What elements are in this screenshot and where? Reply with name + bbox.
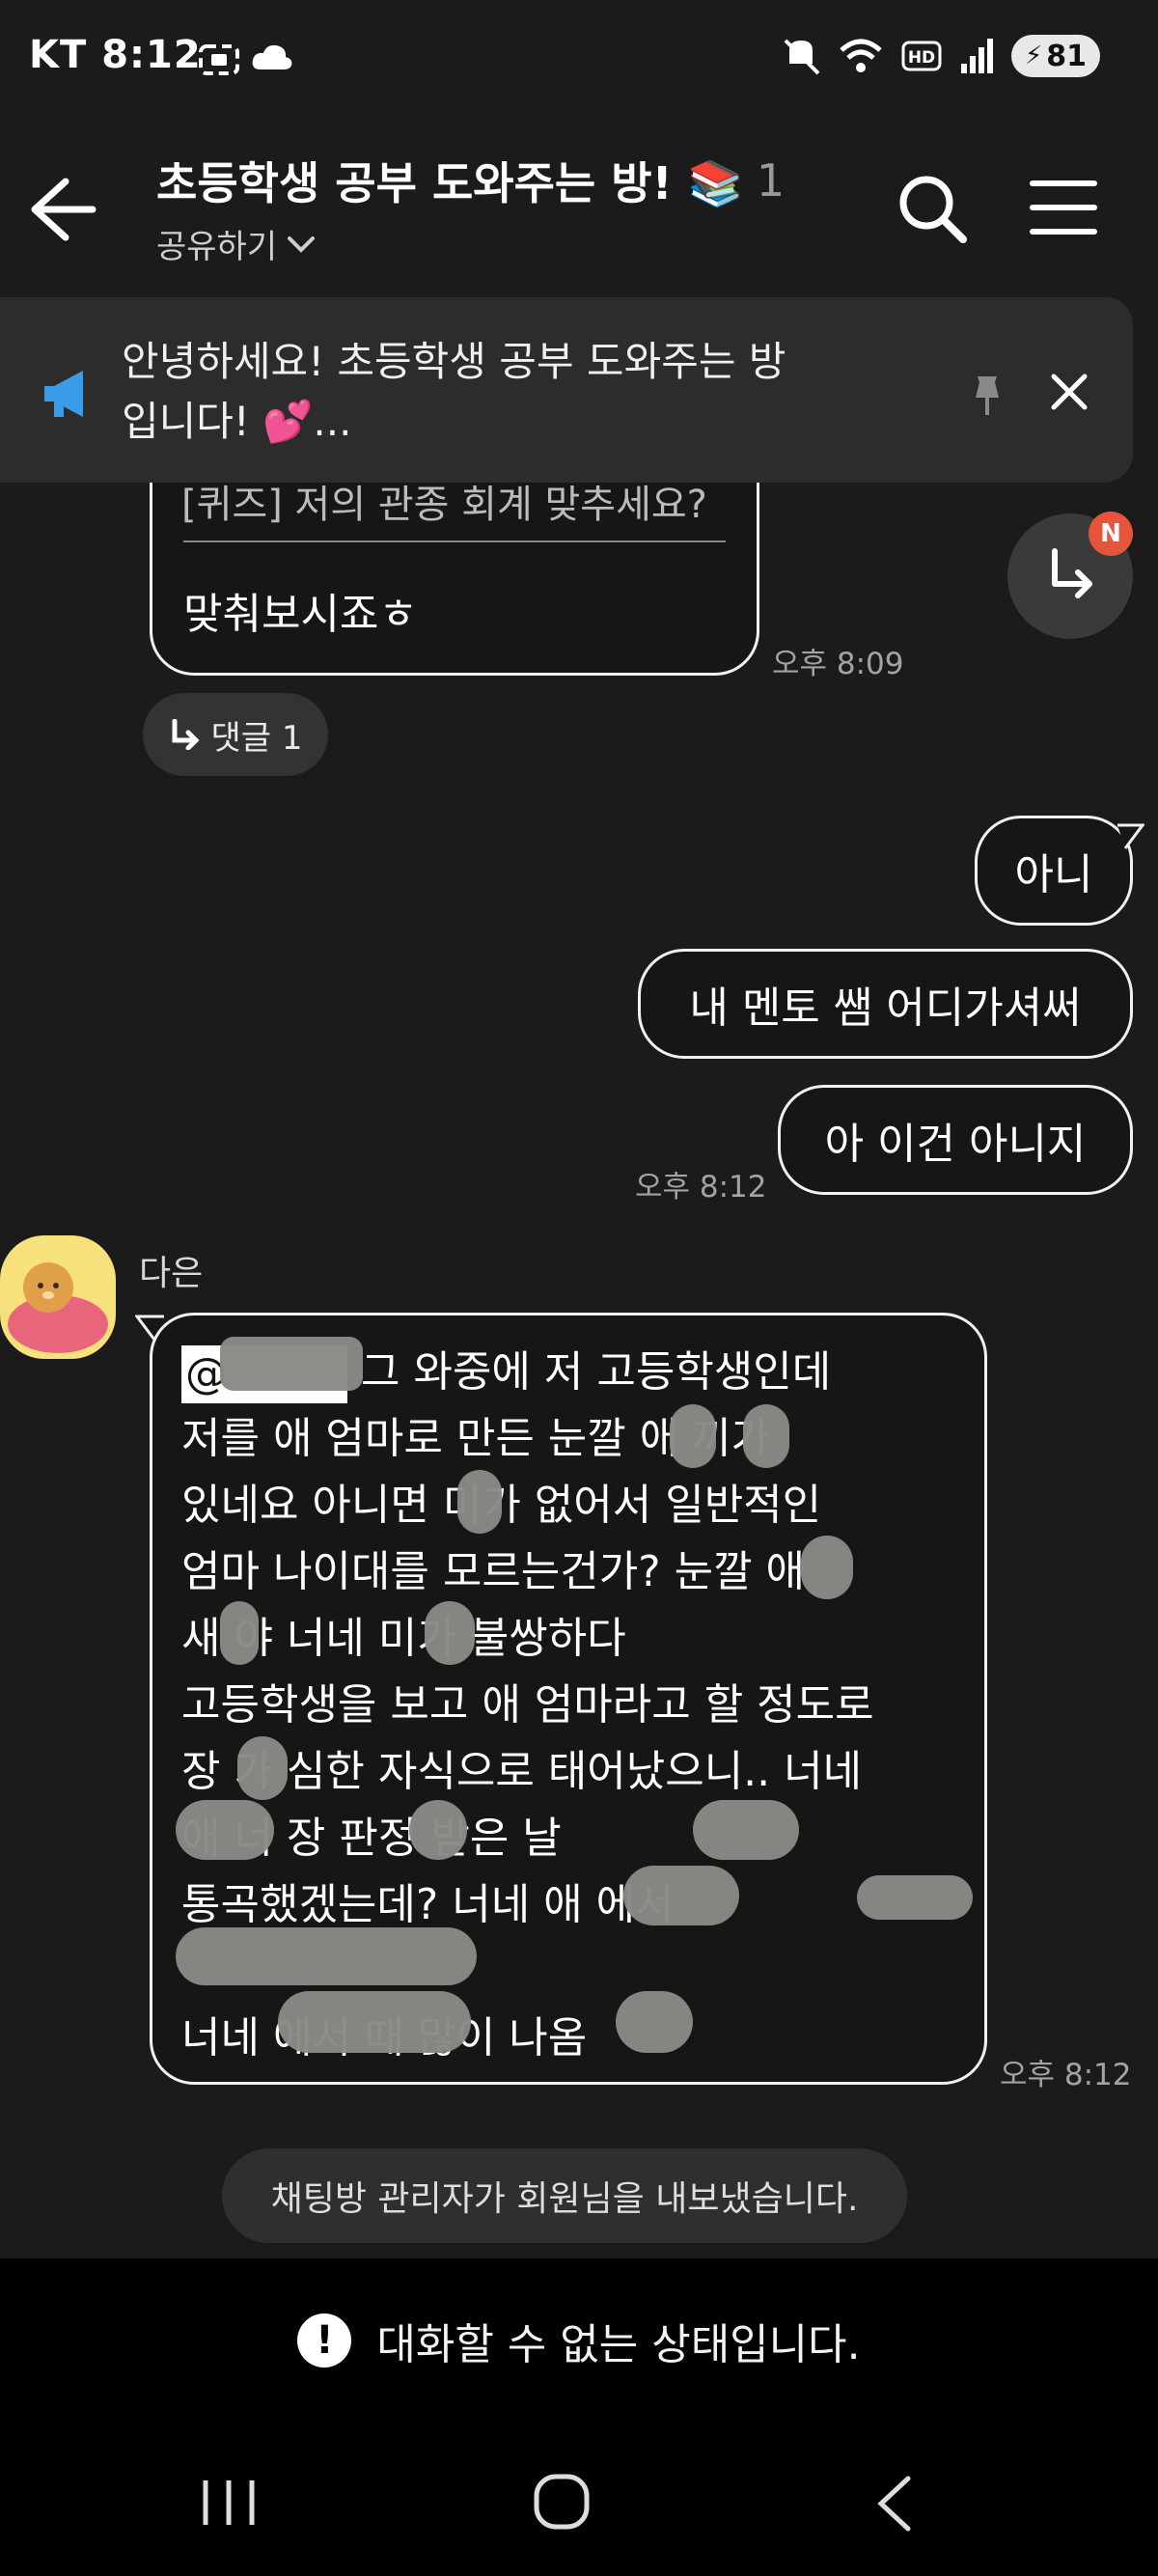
redaction-mark — [425, 1601, 475, 1665]
sender-name: 다은 — [139, 1254, 204, 1293]
share-dropdown[interactable]: 공유하기 — [156, 220, 316, 267]
share-label: 공유하기 — [156, 228, 278, 266]
avatar-character-icon — [8, 1262, 108, 1353]
close-icon[interactable] — [1050, 373, 1089, 411]
message-line: 장 가 심한 자식으로 태어났으니.. 너네 — [181, 1747, 863, 1796]
my-message-2[interactable]: 내 멘토 쌤 어디가셔써 — [638, 949, 1133, 1059]
message-line: 저를 애 엄마로 만든 눈깔 애 끼가 — [181, 1414, 771, 1463]
reply-count-label: 댓글 1 — [210, 718, 303, 758]
message-time: 오후 8:12 — [635, 1170, 767, 1205]
message-divider — [183, 540, 726, 542]
redaction-mark — [670, 1404, 716, 1468]
back-arrow-icon[interactable] — [27, 174, 98, 245]
signal-icon — [960, 39, 993, 73]
bubble-tail — [1117, 823, 1144, 849]
message-line: 고등학생을 보고 애 엄마라고 할 정도로 — [181, 1680, 874, 1730]
redaction-mark — [616, 1991, 693, 2053]
redaction-mark — [409, 1800, 467, 1860]
redaction-mark — [801, 1536, 853, 1599]
message-line: 엄마 나이대를 모르는건가? 눈깔 애 — [181, 1547, 806, 1596]
wifi-icon — [840, 39, 882, 72]
message-time: 오후 8:12 — [1000, 2058, 1132, 2092]
svg-text:HD: HD — [908, 48, 935, 68]
other-message-bubble[interactable]: @ 그 와중에 저 고등학생인데 저를 애 엄마로 만든 눈깔 애 끼가 있네요… — [150, 1313, 987, 2085]
reply-arrow-icon — [1052, 548, 1092, 598]
pin-icon[interactable] — [970, 374, 1005, 419]
redaction-mark — [623, 1866, 739, 1925]
home-icon[interactable] — [531, 2471, 593, 2533]
redaction-mark — [278, 1991, 471, 2053]
clock: 8:12 — [101, 33, 202, 77]
my-message-text: 아니 — [1014, 850, 1093, 900]
mute-icon — [784, 39, 820, 75]
status-icons: HD ⚡ 81 — [782, 35, 1100, 77]
new-badge: N — [1089, 512, 1133, 556]
message-text: 맞춰보시죠ㅎ — [183, 590, 418, 639]
alert-icon: ! — [297, 2313, 352, 2368]
redaction-mark — [457, 1470, 502, 1534]
reply-icon — [172, 719, 200, 750]
cloud-icon — [252, 44, 292, 69]
redaction-mark — [857, 1875, 973, 1920]
notice-banner[interactable]: 안녕하세요! 초등학생 공부 도와주는 방입니다! 💕... — [0, 297, 1133, 483]
my-message-3[interactable]: 아 이건 아니지 — [778, 1085, 1133, 1195]
screenshot-icon — [199, 44, 239, 75]
disabled-notice: ! 대화할 수 없는 상태입니다. — [0, 2258, 1158, 2423]
redaction-mark — [743, 1404, 789, 1468]
redaction-mark — [693, 1800, 799, 1860]
status-bar: KT 8:12 HD ⚡ 81 — [0, 0, 1158, 116]
battery-icon: ⚡ 81 — [1010, 35, 1100, 77]
redaction-mark — [220, 1337, 363, 1391]
redaction-mark — [176, 1800, 274, 1860]
redaction-mark — [237, 1736, 288, 1800]
message-line: 애 너 장 판정 받은 날 — [181, 1814, 562, 1863]
recent-apps-icon[interactable] — [200, 2477, 258, 2529]
member-count: 1 — [756, 154, 786, 207]
redaction-mark — [220, 1601, 259, 1665]
redaction-mark — [176, 1927, 477, 1985]
chat-input-disabled: ! 대화할 수 없는 상태입니다. — [0, 2258, 1158, 2423]
menu-icon[interactable] — [1029, 178, 1098, 237]
chat-title-text: 초등학생 공부 도와주는 방! 📚 — [156, 157, 743, 209]
status-carrier-time: KT 8:12 — [29, 33, 202, 77]
system-navigation-bar — [0, 2423, 1158, 2576]
battery-level: 81 — [1046, 39, 1087, 73]
my-message-text: 내 멘토 쌤 어디가셔써 — [689, 983, 1082, 1033]
chat-header: 초등학생 공부 도와주는 방! 📚 1 공유하기 — [0, 135, 1158, 280]
search-icon[interactable] — [896, 172, 969, 245]
message-line: 있네요 아니면 미가 없어서 일반적인 — [181, 1481, 822, 1530]
reply-count-chip[interactable]: 댓글 1 — [143, 693, 328, 776]
carrier-label: KT — [29, 33, 88, 77]
notice-text: 안녕하세요! 초등학생 공부 도와주는 방입니다! 💕... — [122, 338, 786, 445]
hd-icon: HD — [901, 41, 942, 71]
system-message: 채팅방 관리자가 회원님을 내보냈습니다. — [222, 2148, 907, 2243]
disabled-notice-text: 대화할 수 없는 상태입니다. — [376, 2320, 861, 2369]
megaphone-icon — [44, 371, 83, 417]
message-time: 오후 8:09 — [772, 647, 904, 681]
chat-title[interactable]: 초등학생 공부 도와주는 방! 📚 1 — [156, 149, 785, 212]
my-message-1[interactable]: 아니 — [975, 816, 1133, 926]
message-line: 새 야 너네 미가 불쌍하다 — [181, 1614, 626, 1663]
avatar[interactable] — [0, 1235, 116, 1359]
nav-back-icon[interactable] — [873, 2475, 916, 2533]
chevron-down-icon — [288, 235, 316, 253]
my-message-text: 아 이건 아니지 — [824, 1120, 1087, 1169]
